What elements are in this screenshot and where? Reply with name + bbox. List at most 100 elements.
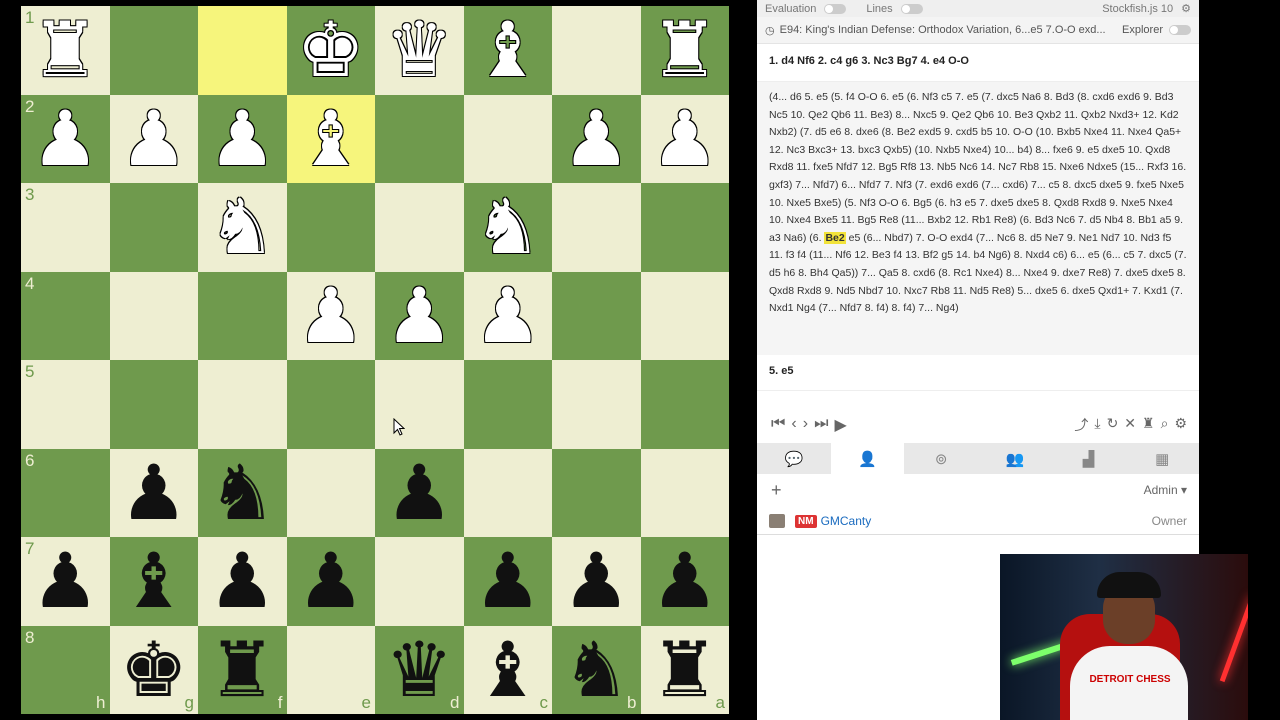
variations-before[interactable]: (4... d6 5. e5 (5. f4 O-O 6. e5 (6. Nf3 … xyxy=(769,91,1186,244)
square-a7[interactable]: ♟ xyxy=(640,537,729,626)
black-pawn-icon[interactable]: ♟ xyxy=(651,543,719,619)
square-f6[interactable]: ♞ xyxy=(198,448,287,537)
square-b8[interactable]: b ♞ xyxy=(552,625,641,714)
black-rook-icon[interactable]: ♜ xyxy=(651,631,719,708)
square-e5[interactable] xyxy=(286,360,375,449)
black-pawn-icon[interactable]: ♟ xyxy=(297,543,365,619)
undo-icon[interactable]: ↻ xyxy=(1107,415,1119,435)
square-c1[interactable]: ♝ xyxy=(463,6,552,95)
tab-analysis[interactable]: ⊚ xyxy=(904,443,978,474)
add-member-button[interactable]: + xyxy=(771,480,782,501)
tab-stats[interactable]: ▟ xyxy=(1052,443,1126,474)
square-d8[interactable]: d ♛ xyxy=(375,625,464,714)
square-h4[interactable]: 4 xyxy=(21,271,110,360)
square-b3[interactable] xyxy=(552,183,641,272)
square-e7[interactable]: ♟ xyxy=(286,537,375,626)
play-icon[interactable]: ▶ xyxy=(834,415,846,435)
square-g6[interactable]: ♟ xyxy=(109,448,198,537)
chess-board[interactable]: 1 ♜ ♚ ♛ ♝ ♜ 2 ♟ ♟ ♟ ♝ ♟ ♟ 3 ♞ ♞ 4 ♟ ♟ ♟ 5 6 ♟ ♞ ♟ 7 ♟ ♝ ♟ ♟ ♟ ♟ ♟ 8 h g ♚ f ♜ e… xyxy=(21,6,729,714)
next-move-icon[interactable]: › xyxy=(803,415,808,435)
square-e4[interactable]: ♟ xyxy=(286,271,375,360)
tab-members[interactable]: 👤 xyxy=(830,443,905,474)
square-a6[interactable] xyxy=(640,448,729,537)
white-pawn-icon[interactable]: ♟ xyxy=(651,100,719,177)
member-row[interactable]: NM GMCanty Owner xyxy=(757,508,1199,535)
square-g1[interactable] xyxy=(109,6,198,95)
square-g3[interactable] xyxy=(109,183,198,272)
black-bishop-icon[interactable]: ♝ xyxy=(474,631,542,708)
analysis-icon[interactable]: ⌕ xyxy=(1161,415,1169,435)
square-a2[interactable]: ♟ xyxy=(640,94,729,183)
square-e3[interactable] xyxy=(286,183,375,272)
square-a8[interactable]: a ♜ xyxy=(640,625,729,714)
last-move-icon[interactable]: ⏭ xyxy=(814,415,828,435)
square-d5[interactable] xyxy=(375,360,464,449)
white-bishop-icon[interactable]: ♝ xyxy=(474,12,542,88)
square-d4[interactable]: ♟ xyxy=(375,271,464,360)
square-h6[interactable]: 6 xyxy=(21,448,110,537)
black-king-icon[interactable]: ♚ xyxy=(120,631,188,708)
white-pawn-icon[interactable]: ♟ xyxy=(562,100,630,177)
square-e1[interactable]: ♚ xyxy=(286,6,375,95)
prev-move-icon[interactable]: ‹ xyxy=(791,415,796,435)
black-rook-icon[interactable]: ♜ xyxy=(208,631,276,708)
tab-board[interactable]: ▦ xyxy=(1125,443,1199,474)
square-c2[interactable] xyxy=(463,94,552,183)
white-pawn-icon[interactable]: ♟ xyxy=(297,277,365,354)
square-c6[interactable] xyxy=(463,448,552,537)
white-pawn-icon[interactable]: ♟ xyxy=(120,100,188,177)
black-knight-icon[interactable]: ♞ xyxy=(208,454,276,531)
square-c4[interactable]: ♟ xyxy=(463,271,552,360)
black-pawn-icon[interactable]: ♟ xyxy=(120,454,188,531)
mainline-moves[interactable]: 1. d4 Nf6 2. c4 g6 3. Nc3 Bg7 4. e4 O-O xyxy=(757,44,1199,82)
square-f4[interactable] xyxy=(198,271,287,360)
white-king-icon[interactable]: ♚ xyxy=(297,12,365,88)
black-pawn-icon[interactable]: ♟ xyxy=(385,454,453,531)
square-h7[interactable]: 7 ♟ xyxy=(21,537,110,626)
square-c8[interactable]: c ♝ xyxy=(463,625,552,714)
white-rook-icon[interactable]: ♜ xyxy=(651,12,719,88)
explorer-toggle[interactable] xyxy=(1169,25,1191,35)
square-c5[interactable] xyxy=(463,360,552,449)
square-a5[interactable] xyxy=(640,360,729,449)
square-b7[interactable]: ♟ xyxy=(552,537,641,626)
admin-dropdown[interactable]: Admin ▾ xyxy=(1144,483,1187,497)
close-icon[interactable]: ✕ xyxy=(1124,415,1136,435)
square-d6[interactable]: ♟ xyxy=(375,448,464,537)
square-g7[interactable]: ♝ xyxy=(109,537,198,626)
square-e6[interactable] xyxy=(286,448,375,537)
white-knight-icon[interactable]: ♞ xyxy=(208,189,276,265)
square-f5[interactable] xyxy=(198,360,287,449)
square-g5[interactable] xyxy=(109,360,198,449)
current-move[interactable]: 5. e5 xyxy=(757,355,1199,391)
tree-icon[interactable]: ♜ xyxy=(1142,415,1155,435)
black-pawn-icon[interactable]: ♟ xyxy=(562,543,630,619)
square-g4[interactable] xyxy=(109,271,198,360)
square-g2[interactable]: ♟ xyxy=(109,94,198,183)
evaluation-toggle[interactable] xyxy=(824,3,847,14)
square-g8[interactable]: g ♚ xyxy=(109,625,198,714)
square-c3[interactable]: ♞ xyxy=(463,183,552,272)
square-h3[interactable]: 3 xyxy=(21,183,110,272)
first-move-icon[interactable]: ⏮ xyxy=(771,415,785,435)
white-rook-icon[interactable]: ♜ xyxy=(31,12,99,88)
square-h5[interactable]: 5 xyxy=(21,360,110,449)
username-link[interactable]: GMCanty xyxy=(821,514,872,528)
square-d2[interactable] xyxy=(375,94,464,183)
square-h8[interactable]: 8h xyxy=(21,625,110,714)
white-pawn-icon[interactable]: ♟ xyxy=(474,277,542,354)
square-b1[interactable] xyxy=(552,6,641,95)
tab-chat[interactable]: 💬 xyxy=(757,443,831,474)
square-a1[interactable]: ♜ xyxy=(640,6,729,95)
black-bishop-icon[interactable]: ♝ xyxy=(120,543,188,619)
square-f8[interactable]: f ♜ xyxy=(198,625,287,714)
square-b4[interactable] xyxy=(552,271,641,360)
square-d1[interactable]: ♛ xyxy=(375,6,464,95)
square-e2[interactable]: ♝ xyxy=(286,94,375,183)
square-b5[interactable] xyxy=(552,360,641,449)
square-f7[interactable]: ♟ xyxy=(198,537,287,626)
variations-after[interactable]: e5 (6... Nbd7) 7. O-O exd4 (7... Nc6 8. … xyxy=(769,232,1187,314)
square-f1[interactable] xyxy=(198,6,287,95)
settings-icon[interactable]: ⚙ xyxy=(1174,415,1187,435)
square-a4[interactable] xyxy=(640,271,729,360)
